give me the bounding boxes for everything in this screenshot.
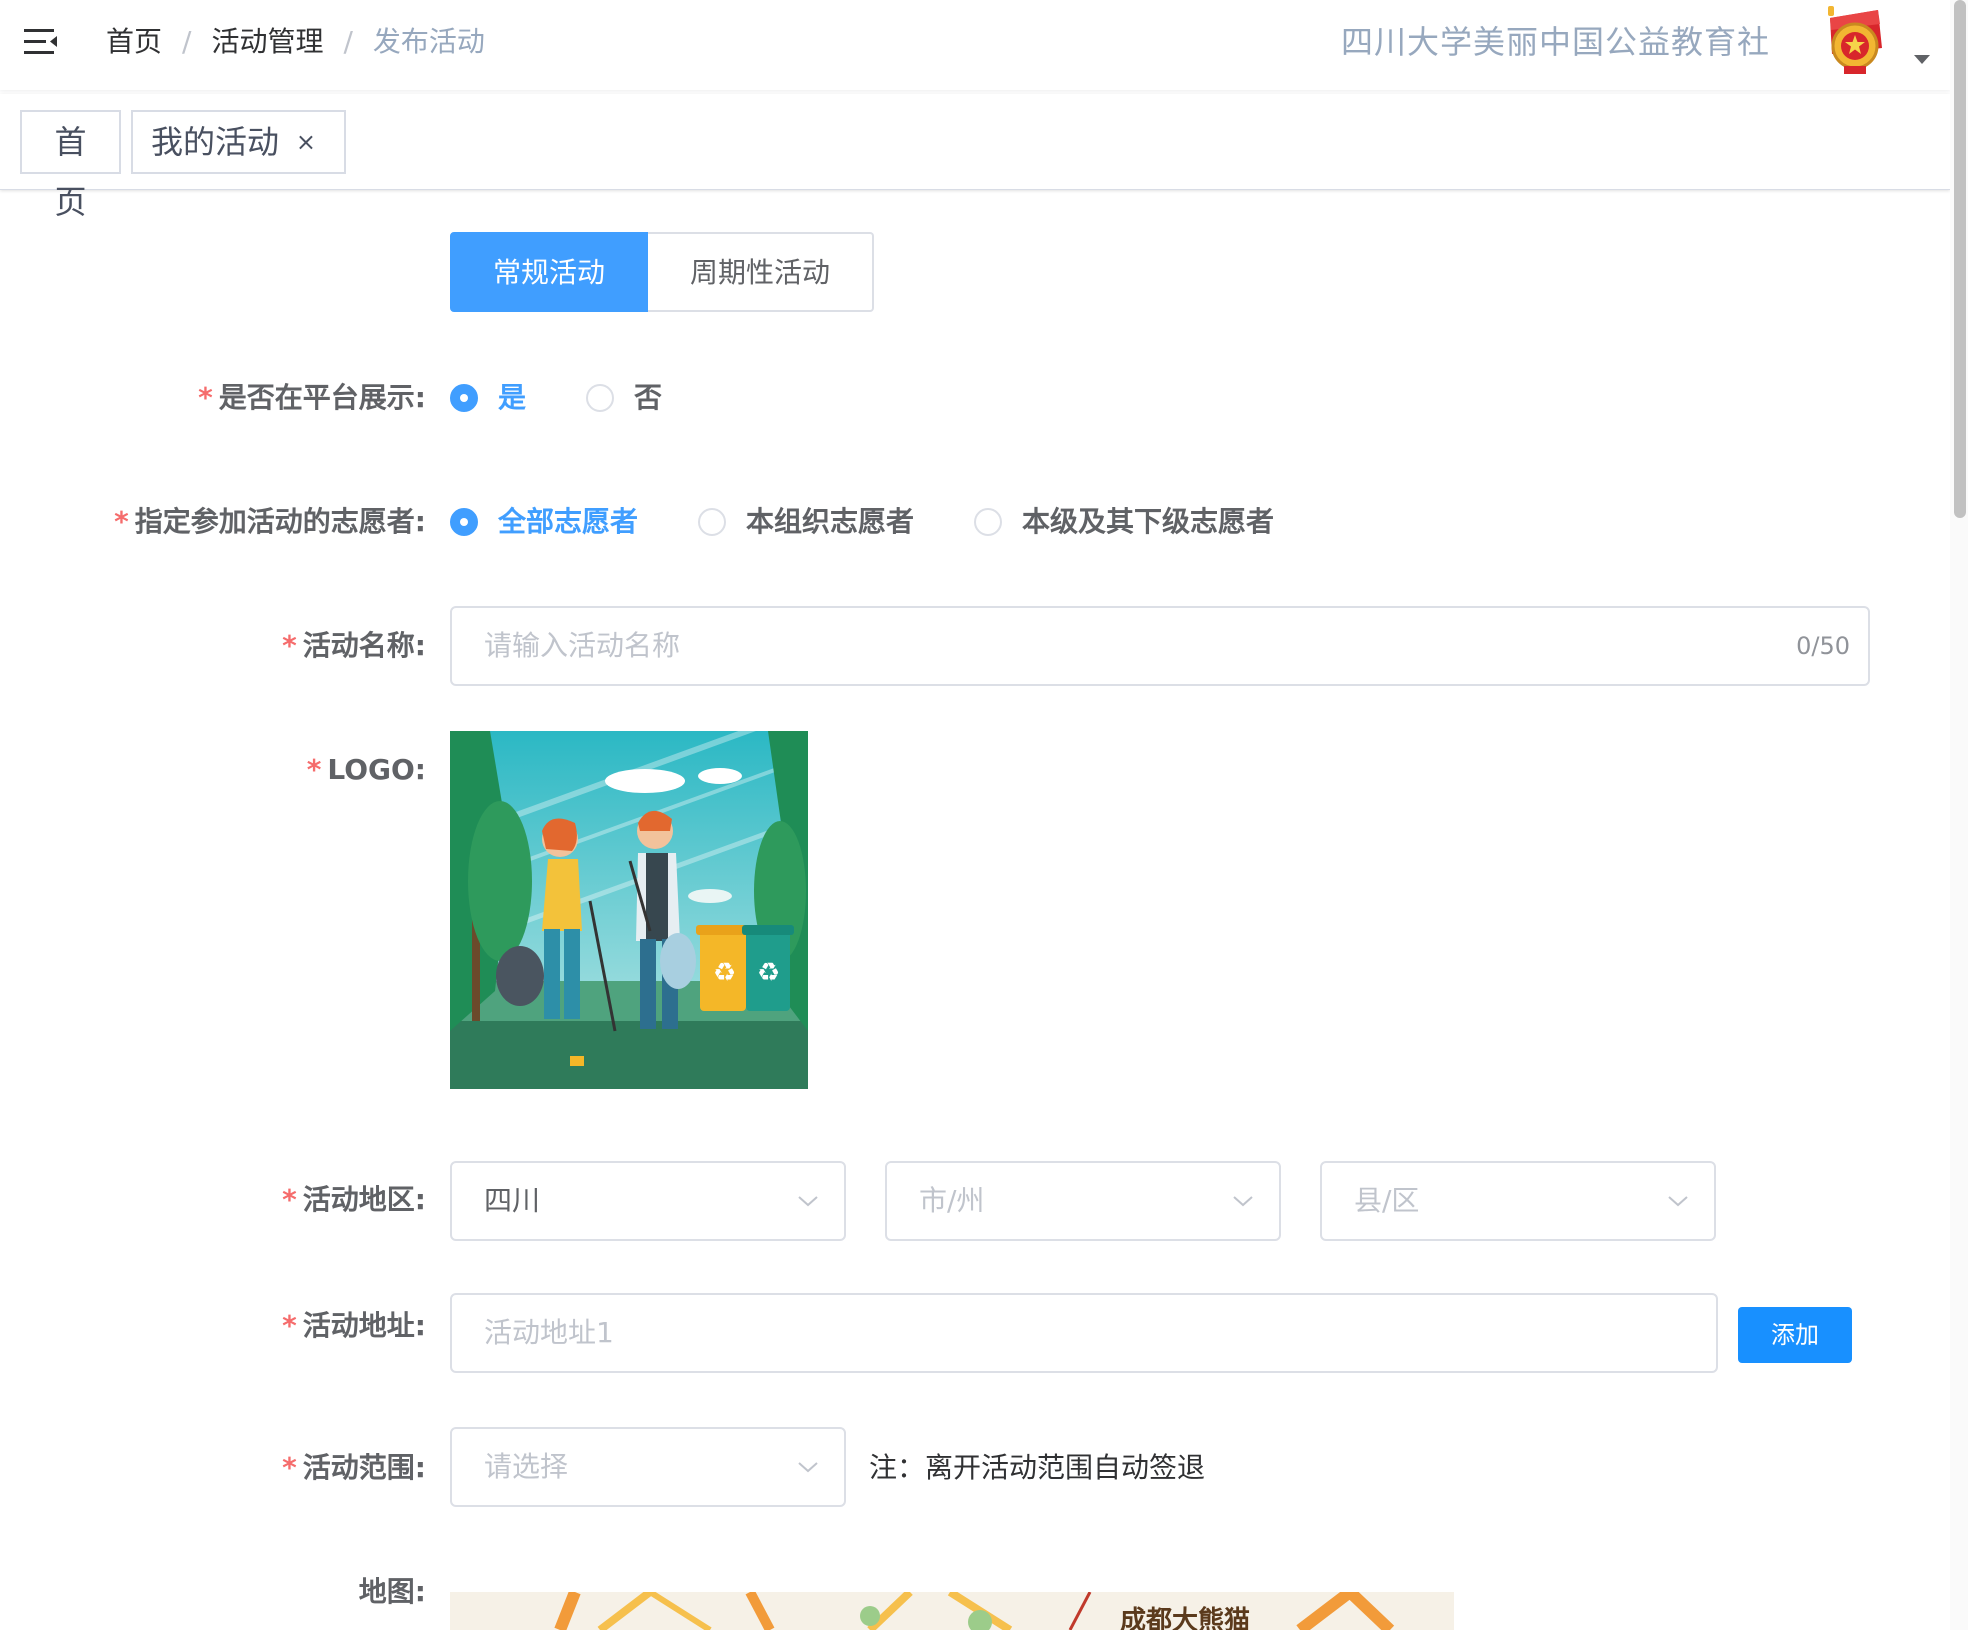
breadcrumb-publish-activity: 发布活动: [372, 25, 485, 58]
char-counter: 0/50: [1796, 632, 1850, 660]
city-placeholder: 市/州: [919, 1184, 985, 1217]
hamburger-fold-icon[interactable]: [24, 27, 58, 57]
radio-show-yes[interactable]: 是: [450, 378, 526, 418]
svg-text:♻: ♻: [757, 958, 780, 988]
radio-dot[interactable]: [586, 384, 615, 412]
radio-all-volunteers-label: 全部志愿者: [498, 505, 639, 538]
radio-show-yes-label: 是: [498, 381, 527, 414]
tag-my-activities[interactable]: 我的活动 ×: [131, 110, 346, 174]
range-select[interactable]: 请选择: [450, 1427, 846, 1507]
activity-address-placeholder: 活动地址1: [484, 1316, 614, 1349]
activity-name-placeholder: 请输入活动名称: [484, 629, 681, 662]
address-label-text: 活动地址:: [302, 1309, 426, 1342]
chevron-down-icon: [1233, 1196, 1253, 1207]
breadcrumb-home[interactable]: 首页: [106, 22, 162, 62]
logo-label-text: LOGO:: [327, 753, 426, 786]
top-navbar: 首页 / 活动管理 / 发布活动 四川大学美丽中国公益教育社: [0, 0, 1950, 90]
map-roads: [554, 1592, 1395, 1630]
tab-regular-activity[interactable]: 常规活动: [450, 232, 648, 312]
radio-dot[interactable]: [450, 384, 478, 412]
activity-address-input[interactable]: 活动地址1: [450, 1293, 1718, 1373]
tags-view-bar: 首页 我的活动 ×: [0, 94, 1950, 221]
range-label-text: 活动范围:: [302, 1451, 426, 1484]
volunteers-label: * 指定参加活动的志愿者:: [114, 505, 426, 538]
chevron-down-icon: [798, 1462, 818, 1473]
range-note: 注：离开活动范围自动签退: [869, 1451, 1206, 1484]
show-on-platform-label: * 是否在平台展示:: [198, 381, 426, 414]
logo-label: * LOGO:: [306, 753, 426, 786]
radio-dot[interactable]: [974, 508, 1003, 536]
district-placeholder: 县/区: [1354, 1184, 1420, 1217]
district-select[interactable]: 县/区: [1320, 1161, 1716, 1241]
radio-sub-volunteers[interactable]: 本级及其下级志愿者: [974, 502, 1274, 542]
volunteers-radio-group: 全部志愿者 本组织志愿者 本级及其下级志愿者: [450, 502, 1334, 542]
radio-org-volunteers[interactable]: 本组织志愿者: [698, 502, 914, 542]
radio-org-volunteers-label: 本组织志愿者: [746, 505, 915, 538]
radio-all-volunteers[interactable]: 全部志愿者: [450, 502, 638, 542]
map-label: 地图:: [359, 1572, 426, 1612]
activity-name-input[interactable]: 请输入活动名称 0/50: [450, 606, 1870, 686]
radio-sub-volunteers-label: 本级及其下级志愿者: [1022, 505, 1275, 538]
tab-periodic-activity[interactable]: 周期性活动: [648, 232, 874, 312]
activity-name-label-text: 活动名称:: [302, 629, 426, 662]
range-label: * 活动范围:: [282, 1451, 426, 1484]
show-on-platform-radio-group: 是 否: [450, 378, 722, 418]
logo-upload-image[interactable]: ♻ ♻: [450, 731, 808, 1089]
region-label: * 活动地区:: [282, 1183, 426, 1216]
breadcrumb-separator: /: [182, 25, 192, 58]
address-label: * 活动地址:: [282, 1309, 426, 1342]
close-icon[interactable]: ×: [296, 112, 316, 172]
volunteers-illustration: ♻ ♻: [450, 731, 808, 1089]
range-placeholder: 请选择: [484, 1450, 569, 1483]
scrollbar-thumb[interactable]: [1954, 0, 1966, 518]
radio-dot[interactable]: [698, 508, 727, 536]
show-on-platform-label-text: 是否在平台展示:: [218, 381, 426, 414]
chevron-down-icon: [1668, 1196, 1688, 1207]
publish-activity-page: 首页 / 活动管理 / 发布活动 四川大学美丽中国公益教育社 首页 我的活动 ×…: [0, 0, 1968, 1630]
region-label-text: 活动地区:: [302, 1183, 426, 1216]
map-label-text: 地图:: [358, 1575, 426, 1608]
radio-dot[interactable]: [450, 508, 478, 536]
map-place-label: 成都大熊猫: [1120, 1606, 1251, 1630]
svg-text:♻: ♻: [713, 958, 736, 988]
province-value: 四川: [484, 1184, 541, 1217]
activity-type-segment: 常规活动 周期性活动: [450, 232, 874, 312]
activity-name-label: * 活动名称:: [282, 629, 426, 662]
breadcrumb: 首页 / 活动管理 / 发布活动: [106, 22, 485, 62]
tag-my-activities-label: 我的活动: [151, 123, 280, 161]
chevron-down-icon[interactable]: [1914, 55, 1930, 64]
add-address-button[interactable]: 添加: [1738, 1307, 1852, 1363]
youth-league-emblem-icon[interactable]: [1822, 4, 1886, 80]
province-select[interactable]: 四川: [450, 1161, 846, 1241]
tag-home-label: 首页: [54, 123, 87, 221]
map-view[interactable]: 成都大熊猫: [450, 1592, 1454, 1630]
volunteers-label-text: 指定参加活动的志愿者:: [134, 505, 426, 538]
tag-home[interactable]: 首页: [20, 110, 121, 221]
radio-show-no-label: 否: [634, 381, 663, 414]
chevron-down-icon: [798, 1196, 818, 1207]
city-select[interactable]: 市/州: [885, 1161, 1281, 1241]
radio-show-no[interactable]: 否: [586, 378, 662, 418]
breadcrumb-separator: /: [343, 25, 353, 58]
organization-name: 四川大学美丽中国公益教育社: [1340, 23, 1770, 61]
breadcrumb-activity-management[interactable]: 活动管理: [211, 22, 323, 62]
